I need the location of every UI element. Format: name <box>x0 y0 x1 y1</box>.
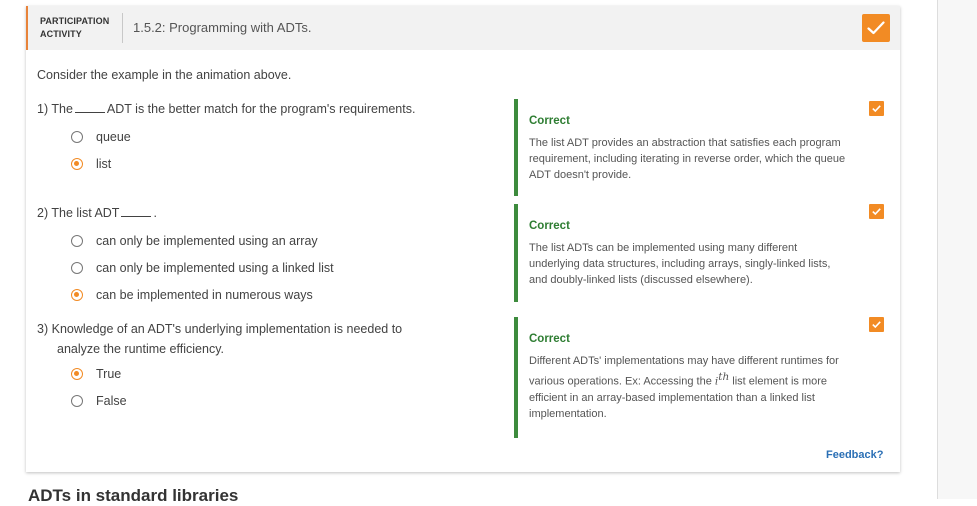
header-divider <box>122 13 123 43</box>
activity-type-label: PARTICIPATION ACTIVITY <box>40 16 110 39</box>
q1-feedback: Correct The list ADT provides an abstrac… <box>514 99 859 196</box>
q2-check-icon <box>869 204 884 219</box>
answer-blank <box>121 207 152 217</box>
radio-button-selected[interactable] <box>71 289 83 301</box>
header-accent-bar <box>26 6 28 50</box>
q1-check-icon <box>869 101 884 116</box>
next-section-heading: ADTs in standard libraries <box>28 486 239 505</box>
activity-header: PARTICIPATION ACTIVITY 1.5.2: Programmin… <box>26 6 900 50</box>
radio-button-selected[interactable] <box>71 368 83 380</box>
completion-check-icon <box>862 14 890 42</box>
activity-title: 1.5.2: Programming with ADTs. <box>133 20 312 35</box>
radio-button[interactable] <box>71 262 83 274</box>
right-gutter <box>938 0 977 499</box>
math-superscript: th <box>718 371 730 383</box>
question-2-prompt: 2) The list ADT. <box>37 206 157 220</box>
q3-feedback: Correct Different ADTs' implementations … <box>514 317 859 438</box>
q2-feedback: Correct The list ADTs can be implemented… <box>514 204 859 302</box>
question-1-prompt: 1) The ADT is the better match for the pr… <box>37 102 416 116</box>
radio-button[interactable] <box>71 395 83 407</box>
feedback-link[interactable]: Feedback? <box>826 449 883 461</box>
intro-text: Consider the example in the animation ab… <box>37 68 292 82</box>
q3-check-icon <box>869 317 884 332</box>
q3-feedback-text: Different ADTs' implementations may have… <box>529 355 839 420</box>
answer-blank <box>74 103 105 113</box>
radio-button[interactable] <box>71 131 83 143</box>
participation-activity-card: PARTICIPATION ACTIVITY 1.5.2: Programmin… <box>26 6 900 472</box>
question-3-prompt: 3) Knowledge of an ADT's underlying impl… <box>37 322 403 356</box>
radio-button-selected[interactable] <box>71 158 83 170</box>
radio-button[interactable] <box>71 235 83 247</box>
